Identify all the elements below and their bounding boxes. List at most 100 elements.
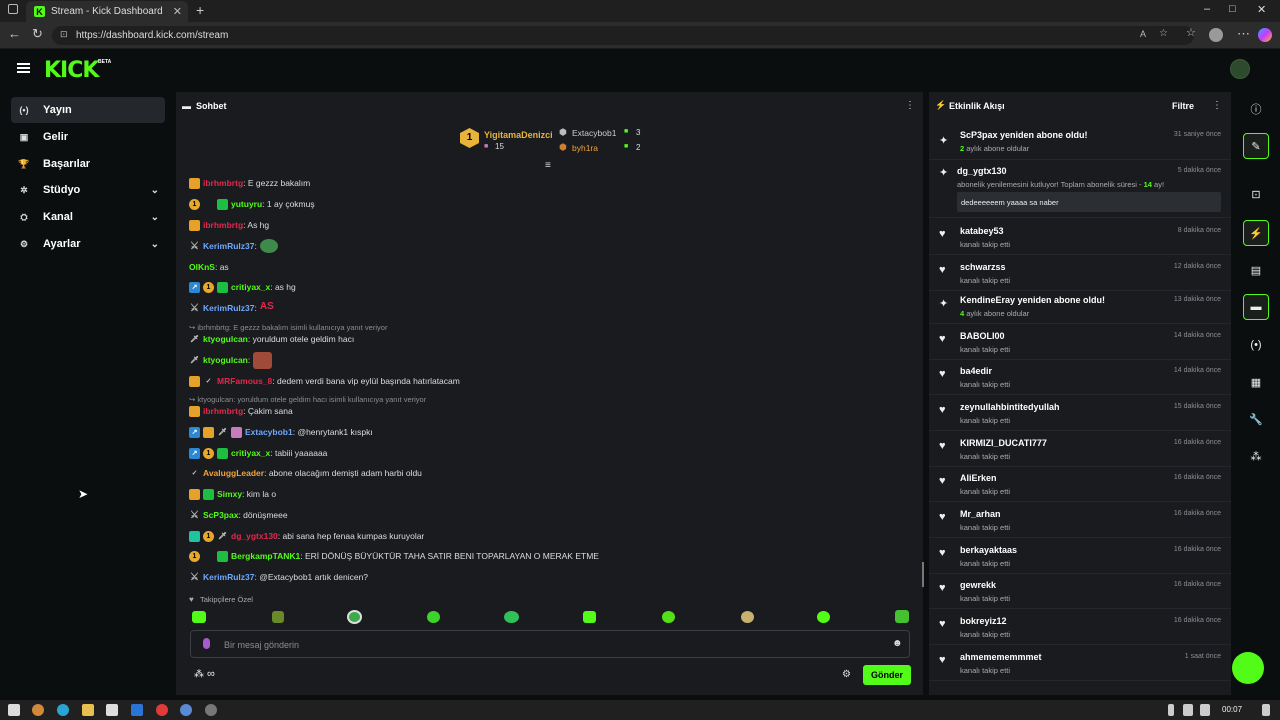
- reload-icon[interactable]: ↻: [32, 26, 43, 42]
- activity-name[interactable]: bokreyiz12: [960, 616, 1007, 626]
- emote-button[interactable]: [504, 611, 519, 623]
- emote-button[interactable]: [583, 611, 596, 623]
- chat-username[interactable]: MRFamous_8: [217, 376, 272, 386]
- volume-tray-icon[interactable]: [1200, 704, 1210, 716]
- wrench-icon[interactable]: 🔧: [1243, 406, 1269, 432]
- activity-name[interactable]: ScP3pax yeniden abone oldu!: [960, 130, 1088, 140]
- activity-name[interactable]: ba4edir: [960, 366, 992, 376]
- emote-button[interactable]: [662, 611, 675, 623]
- activity-name[interactable]: AliErken: [960, 473, 997, 483]
- activity-name[interactable]: BABOLI00: [960, 331, 1005, 341]
- chat-username[interactable]: Simxy: [217, 489, 242, 499]
- activity-name[interactable]: ahmemememmmet: [960, 652, 1042, 662]
- emote-button[interactable]: [192, 611, 206, 623]
- browser-tab[interactable]: K Stream - Kick Dashboard ✕: [26, 1, 188, 22]
- chat-username[interactable]: dg_ygtx130: [231, 531, 278, 541]
- chat-username[interactable]: KerimRulz37: [203, 303, 255, 313]
- chat-username[interactable]: KerimRulz37: [203, 241, 255, 251]
- browser-menu-icon[interactable]: ⋯: [1237, 26, 1250, 42]
- activity-menu-icon[interactable]: ⋮: [1212, 100, 1222, 111]
- chat-input[interactable]: Bir mesaj gönderin ☻: [190, 630, 910, 658]
- chat-username[interactable]: KerimRulz37: [203, 572, 255, 582]
- chat-toggle-icon[interactable]: ▬: [1243, 294, 1269, 320]
- mic-tray-icon[interactable]: [1168, 704, 1174, 716]
- url-field[interactable]: ⊡ https://dashboard.kick.com/stream A ☆: [52, 26, 1194, 45]
- favorite-star-icon[interactable]: ☆: [1159, 28, 1168, 39]
- emote-button[interactable]: [427, 611, 440, 623]
- emote-button[interactable]: [272, 611, 284, 623]
- chat-settings-icon[interactable]: ⚙: [842, 669, 851, 680]
- chat-username[interactable]: ScP3pax: [203, 510, 238, 520]
- info-icon[interactable]: ⓘ: [1243, 96, 1269, 122]
- chat-username[interactable]: critiyax_x: [231, 282, 270, 292]
- sidebar-item-studyo[interactable]: ✲ Stüdyo ⌄: [11, 177, 165, 203]
- activity-name[interactable]: KendineEray yeniden abone oldu!: [960, 295, 1105, 305]
- activity-name[interactable]: Mr_arhan: [960, 509, 1001, 519]
- sidebar-item-yayin[interactable]: (•) Yayın: [11, 97, 165, 123]
- kick-logo[interactable]: KICK: [44, 58, 99, 83]
- outlook-taskbar-icon[interactable]: [131, 704, 143, 716]
- network-tray-icon[interactable]: [1183, 704, 1193, 716]
- activity-name[interactable]: berkayaktaas: [960, 545, 1017, 555]
- bits-icon[interactable]: ⁂: [194, 669, 204, 680]
- activity-name[interactable]: KIRMIZI_DUCATI777: [960, 438, 1047, 448]
- windows-start-icon[interactable]: [8, 704, 20, 716]
- chat-username[interactable]: AvaluggLeader: [203, 468, 264, 478]
- leader-name[interactable]: YigitamaDenizci: [484, 130, 553, 140]
- leader-name[interactable]: byh1ra: [572, 143, 598, 153]
- minimize-button[interactable]: –: [1204, 3, 1210, 15]
- sidebar-item-gelir[interactable]: ▣ Gelir: [11, 124, 165, 150]
- layers-icon[interactable]: ▦: [1243, 369, 1269, 395]
- filter-button[interactable]: Filtre: [1172, 101, 1194, 111]
- site-info-icon[interactable]: ⊡: [60, 29, 68, 40]
- chat-username[interactable]: ibrhmbrtg: [203, 178, 243, 188]
- maximize-button[interactable]: □: [1229, 3, 1236, 15]
- broadcast-rail-icon[interactable]: (•): [1243, 332, 1269, 358]
- activity-name[interactable]: gewrekk: [960, 580, 996, 590]
- read-aloud-icon[interactable]: A: [1140, 29, 1146, 39]
- store-taskbar-icon[interactable]: [106, 704, 118, 716]
- integrations-icon[interactable]: ⁂: [1243, 443, 1269, 469]
- emoji-icon[interactable]: ☻: [892, 638, 903, 649]
- sidebar-item-basarilar[interactable]: 🏆 Başarılar: [11, 151, 165, 177]
- floating-action-button[interactable]: [1232, 652, 1264, 684]
- explorer-taskbar-icon[interactable]: [82, 704, 94, 716]
- emote-button[interactable]: [741, 611, 754, 623]
- activity-name[interactable]: schwarzss: [960, 262, 1006, 272]
- chat-username[interactable]: BergkampTANK1: [231, 551, 300, 561]
- chat-username[interactable]: Extacybob1: [245, 427, 293, 437]
- app-taskbar-icon[interactable]: [180, 704, 192, 716]
- user-avatar[interactable]: [1230, 59, 1250, 79]
- sidebar-item-ayarlar[interactable]: ⚙ Ayarlar ⌄: [11, 231, 165, 257]
- chat-username[interactable]: ibrhmbrtg: [203, 406, 243, 416]
- mic-icon[interactable]: [203, 638, 210, 649]
- chat-username[interactable]: ktyogulcan: [203, 355, 248, 365]
- emote-button[interactable]: [817, 611, 830, 623]
- chat-username[interactable]: yutuyru: [231, 199, 262, 209]
- window-close-button[interactable]: ✕: [1257, 3, 1266, 16]
- sidebar-item-kanal[interactable]: ⛭ Kanal ⌄: [11, 204, 165, 230]
- activity-name[interactable]: zeynullahbintitedyullah: [960, 402, 1060, 412]
- clock[interactable]: 00:07: [1222, 705, 1242, 714]
- notification-icon[interactable]: [1262, 704, 1270, 716]
- edge-taskbar-icon[interactable]: [57, 704, 69, 716]
- leader-name[interactable]: Extacybob1: [572, 128, 616, 138]
- edit-icon[interactable]: ✎: [1243, 133, 1269, 159]
- chat-username[interactable]: ktyogulcan: [203, 334, 248, 344]
- activity-name[interactable]: dg_ygtx130: [957, 166, 1007, 176]
- chat-username[interactable]: critiyax_x: [231, 448, 270, 458]
- chat-username[interactable]: OlKnS: [189, 262, 215, 272]
- activity-lightning-icon[interactable]: ⚡: [1243, 220, 1269, 246]
- collapse-icon[interactable]: ≡: [545, 160, 551, 171]
- chat-scrollbar[interactable]: [922, 562, 924, 587]
- copilot-taskbar-icon[interactable]: [32, 704, 44, 716]
- emote-button[interactable]: [347, 610, 362, 624]
- favorites-icon[interactable]: ☆: [1186, 26, 1196, 39]
- emote-button[interactable]: [895, 610, 909, 623]
- settings-taskbar-icon[interactable]: [205, 704, 217, 716]
- chat-menu-icon[interactable]: ⋮: [905, 100, 915, 111]
- notes-icon[interactable]: ▤: [1243, 257, 1269, 283]
- chat-username[interactable]: ibrhmbrtg: [203, 220, 243, 230]
- profile-avatar[interactable]: [1209, 28, 1223, 42]
- back-icon[interactable]: ←: [8, 26, 21, 41]
